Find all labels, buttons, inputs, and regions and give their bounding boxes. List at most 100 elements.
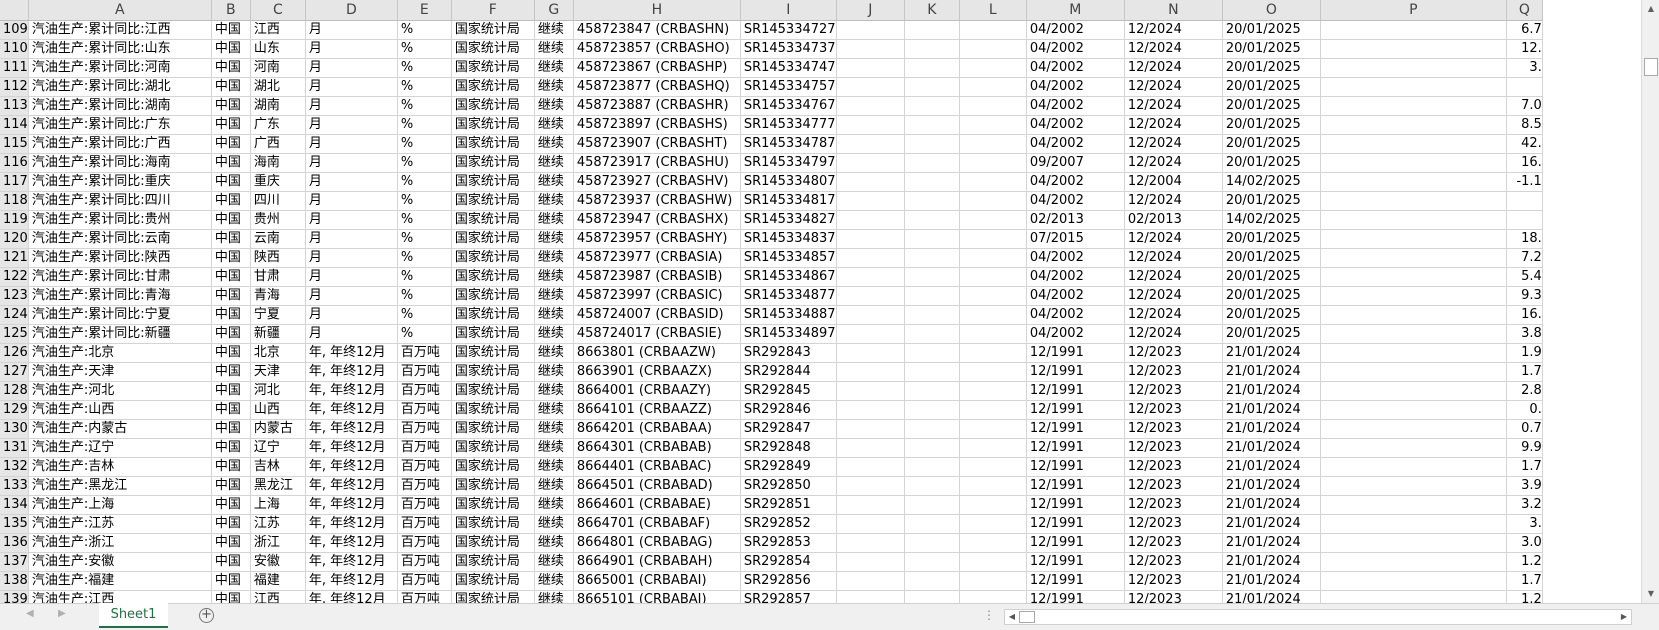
cell-d[interactable]: 月 (305, 134, 398, 154)
cell-f[interactable]: 国家统计局 (451, 58, 535, 78)
cell-a[interactable]: 汽油生产:浙江 (28, 533, 212, 553)
cell-l[interactable] (959, 381, 1027, 401)
cell-i[interactable]: SR292843 (740, 343, 837, 363)
cell-b[interactable]: 中国 (211, 419, 251, 439)
cell-g[interactable]: 继续 (534, 590, 574, 603)
cell-p[interactable] (1320, 533, 1507, 553)
cell-d[interactable]: 年, 年终12月 (305, 590, 398, 603)
cell-i[interactable]: SR145334727 (740, 20, 837, 40)
cell-m[interactable]: 04/2002 (1026, 39, 1125, 59)
row-header[interactable]: 139 (0, 590, 29, 603)
cell-k[interactable] (904, 590, 960, 603)
row-header[interactable]: 132 (0, 457, 29, 477)
cell-f[interactable]: 国家统计局 (451, 590, 535, 603)
cell-q[interactable]: 0. (1506, 400, 1543, 420)
column-header-h[interactable]: H (573, 0, 741, 21)
cell-p[interactable] (1320, 153, 1507, 173)
cell-m[interactable]: 12/1991 (1026, 438, 1125, 458)
cell-n[interactable]: 12/2023 (1124, 533, 1223, 553)
cell-q[interactable]: 9.3 (1506, 286, 1543, 306)
cell-e[interactable]: 百万吨 (397, 571, 452, 591)
cell-h[interactable]: 8664901 (CRBABAH) (573, 552, 741, 572)
cell-l[interactable] (959, 305, 1027, 325)
cell-d[interactable]: 年, 年终12月 (305, 514, 398, 534)
cell-k[interactable] (904, 115, 960, 135)
cell-o[interactable]: 20/01/2025 (1222, 96, 1321, 116)
cell-h[interactable]: 458723997 (CRBASIC) (573, 286, 741, 306)
row-header[interactable]: 116 (0, 153, 29, 173)
cell-a[interactable]: 汽油生产:黑龙江 (28, 476, 212, 496)
cell-b[interactable]: 中国 (211, 476, 251, 496)
cell-p[interactable] (1320, 457, 1507, 477)
cell-c[interactable]: 广东 (250, 115, 306, 135)
cell-c[interactable]: 贵州 (250, 210, 306, 230)
cell-b[interactable]: 中国 (211, 172, 251, 192)
cell-l[interactable] (959, 210, 1027, 230)
column-header-l[interactable]: L (959, 0, 1027, 21)
cell-b[interactable]: 中国 (211, 77, 251, 97)
row-header[interactable]: 137 (0, 552, 29, 572)
cell-p[interactable] (1320, 77, 1507, 97)
cell-c[interactable]: 新疆 (250, 324, 306, 344)
cell-m[interactable]: 12/1991 (1026, 552, 1125, 572)
row-header[interactable]: 109 (0, 20, 29, 40)
cell-c[interactable]: 山西 (250, 400, 306, 420)
cell-c[interactable]: 天津 (250, 362, 306, 382)
cell-i[interactable]: SR292856 (740, 571, 837, 591)
cell-c[interactable]: 江西 (250, 20, 306, 40)
cell-l[interactable] (959, 58, 1027, 78)
cell-i[interactable]: SR292846 (740, 400, 837, 420)
cell-j[interactable] (836, 533, 905, 553)
cell-q[interactable]: 3. (1506, 514, 1543, 534)
cell-m[interactable]: 12/1991 (1026, 495, 1125, 515)
cell-o[interactable]: 20/01/2025 (1222, 20, 1321, 40)
cell-b[interactable]: 中国 (211, 20, 251, 40)
cell-p[interactable] (1320, 248, 1507, 268)
cell-f[interactable]: 国家统计局 (451, 115, 535, 135)
cell-a[interactable]: 汽油生产:累计同比:海南 (28, 153, 212, 173)
cell-c[interactable]: 陕西 (250, 248, 306, 268)
cell-f[interactable]: 国家统计局 (451, 457, 535, 477)
cell-f[interactable]: 国家统计局 (451, 96, 535, 116)
cell-a[interactable]: 汽油生产:累计同比:四川 (28, 191, 212, 211)
spreadsheet-grid[interactable]: ABCDEFGHIJKLMNOPQ 109 汽油生产:累计同比:江西 中国 江西月% 国… (0, 0, 1543, 603)
cell-e[interactable]: 百万吨 (397, 438, 452, 458)
cell-p[interactable] (1320, 229, 1507, 249)
cell-b[interactable]: 中国 (211, 533, 251, 553)
cell-n[interactable]: 02/2013 (1124, 210, 1223, 230)
cell-o[interactable]: 21/01/2024 (1222, 419, 1321, 439)
cell-d[interactable]: 年, 年终12月 (305, 533, 398, 553)
cell-c[interactable]: 安徽 (250, 552, 306, 572)
cell-n[interactable]: 12/2024 (1124, 153, 1223, 173)
cell-l[interactable] (959, 533, 1027, 553)
cell-e[interactable]: 百万吨 (397, 533, 452, 553)
cell-m[interactable]: 12/1991 (1026, 533, 1125, 553)
cell-q[interactable]: 18. (1506, 229, 1543, 249)
row-header[interactable]: 118 (0, 191, 29, 211)
cell-k[interactable] (904, 39, 960, 59)
cell-p[interactable] (1320, 191, 1507, 211)
cell-h[interactable]: 458724007 (CRBASID) (573, 305, 741, 325)
cell-g[interactable]: 继续 (534, 153, 574, 173)
row-header[interactable]: 113 (0, 96, 29, 116)
cell-h[interactable]: 8663901 (CRBAAZX) (573, 362, 741, 382)
cell-h[interactable]: 458723977 (CRBASIA) (573, 248, 741, 268)
cell-q[interactable]: 1.7 (1506, 362, 1543, 382)
cell-d[interactable]: 月 (305, 172, 398, 192)
cell-q[interactable]: 0.7 (1506, 419, 1543, 439)
cell-n[interactable]: 12/2024 (1124, 229, 1223, 249)
cell-p[interactable] (1320, 343, 1507, 363)
cell-c[interactable]: 辽宁 (250, 438, 306, 458)
cell-m[interactable]: 04/2002 (1026, 115, 1125, 135)
cell-l[interactable] (959, 552, 1027, 572)
cell-d[interactable]: 年, 年终12月 (305, 438, 398, 458)
cell-o[interactable]: 20/01/2025 (1222, 39, 1321, 59)
cell-f[interactable]: 国家统计局 (451, 514, 535, 534)
cell-b[interactable]: 中国 (211, 39, 251, 59)
cell-n[interactable]: 12/2024 (1124, 58, 1223, 78)
cell-p[interactable] (1320, 552, 1507, 572)
cell-k[interactable] (904, 77, 960, 97)
row-header[interactable]: 111 (0, 58, 29, 78)
cell-q[interactable]: -1.1 (1506, 172, 1543, 192)
cell-b[interactable]: 中国 (211, 153, 251, 173)
